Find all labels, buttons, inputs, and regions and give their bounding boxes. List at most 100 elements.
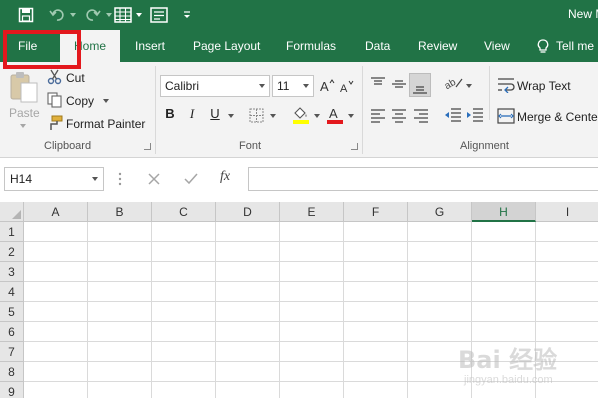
copy-icon[interactable]	[47, 92, 63, 108]
row-header-1[interactable]: 1	[0, 222, 24, 242]
column-header-a[interactable]: A	[24, 202, 88, 222]
italic-button[interactable]: I	[183, 106, 201, 126]
wrap-text-label[interactable]: Wrap Text	[517, 79, 571, 93]
svg-text:A: A	[329, 106, 338, 121]
column-header-f[interactable]: F	[344, 202, 408, 222]
increase-indent-icon[interactable]	[466, 108, 484, 122]
formula-input[interactable]	[248, 167, 598, 191]
font-group-label: Font	[239, 140, 262, 152]
clipboard-launcher-icon[interactable]	[144, 143, 151, 150]
font-color-icon[interactable]: A	[326, 105, 344, 125]
select-all-button[interactable]	[0, 202, 24, 222]
watermark-logo: Bai 经验	[458, 346, 558, 374]
file-tab-highlight	[3, 30, 81, 69]
column-header-d[interactable]: D	[216, 202, 280, 222]
column-header-c[interactable]: C	[152, 202, 216, 222]
column-header-i[interactable]: I	[536, 202, 598, 222]
tab-view[interactable]: View	[484, 30, 510, 62]
decrease-font-size-icon[interactable]: A	[339, 78, 355, 94]
merge-center-icon[interactable]	[497, 108, 515, 124]
chevron-down-icon	[259, 84, 265, 88]
tab-tell-me[interactable]: Tell me	[556, 30, 594, 62]
format-painter-label[interactable]: Format Painter	[66, 117, 145, 131]
save-icon[interactable]	[14, 3, 38, 27]
undo-dropdown-icon[interactable]	[68, 3, 78, 27]
paste-label[interactable]: Paste	[9, 106, 40, 120]
group-separator	[489, 66, 490, 120]
column-header-b[interactable]: B	[88, 202, 152, 222]
row-header-9[interactable]: 9	[0, 382, 24, 398]
group-separator	[362, 66, 363, 154]
row-header-7[interactable]: 7	[0, 342, 24, 362]
document-title: New M	[568, 7, 598, 21]
row-header-4[interactable]: 4	[0, 282, 24, 302]
decrease-indent-icon[interactable]	[444, 108, 462, 122]
row-header-2[interactable]: 2	[0, 242, 24, 262]
copy-dropdown-icon[interactable]	[103, 99, 109, 103]
more-options-icon[interactable]	[118, 172, 122, 186]
column-header-h[interactable]: H	[472, 202, 536, 222]
borders-dropdown-icon[interactable]	[270, 114, 276, 118]
cancel-icon[interactable]	[147, 172, 161, 186]
table-dropdown-icon[interactable]	[134, 3, 144, 27]
align-center-icon[interactable]	[391, 109, 407, 123]
top-align-icon[interactable]	[370, 76, 386, 92]
formula-actions: fx	[136, 167, 244, 191]
lightbulb-icon[interactable]	[537, 39, 549, 54]
orientation-icon[interactable]: ab	[444, 75, 464, 91]
font-launcher-icon[interactable]	[351, 143, 358, 150]
row-header-3[interactable]: 3	[0, 262, 24, 282]
tab-formulas[interactable]: Formulas	[286, 30, 336, 62]
underline-button[interactable]: U	[206, 106, 224, 126]
font-name-select[interactable]: Calibri	[160, 75, 270, 97]
enter-icon[interactable]	[183, 172, 199, 186]
bottom-align-icon[interactable]	[409, 73, 431, 97]
insert-function-button[interactable]: fx	[220, 169, 230, 185]
row-header-5[interactable]: 5	[0, 302, 24, 322]
form-icon[interactable]	[148, 3, 170, 27]
bold-button[interactable]: B	[161, 106, 179, 126]
customize-qat-icon[interactable]	[180, 3, 194, 27]
cut-label[interactable]: Cut	[66, 71, 85, 85]
svg-text:A: A	[340, 83, 348, 94]
tab-insert[interactable]: Insert	[135, 30, 165, 62]
svg-text:ab: ab	[444, 77, 458, 91]
group-separator	[155, 66, 156, 154]
font-name-value: Calibri	[165, 79, 200, 93]
clipboard-group-label: Clipboard	[44, 140, 92, 152]
font-size-select[interactable]: 11	[272, 75, 314, 97]
column-header-e[interactable]: E	[280, 202, 344, 222]
align-left-icon[interactable]	[370, 109, 386, 123]
tab-data[interactable]: Data	[365, 30, 390, 62]
svg-text:A: A	[320, 79, 329, 93]
underline-dropdown-icon[interactable]	[228, 114, 234, 118]
row-header-6[interactable]: 6	[0, 322, 24, 342]
fill-color-icon[interactable]	[292, 105, 310, 125]
orientation-dropdown-icon[interactable]	[466, 84, 472, 88]
paste-dropdown-icon[interactable]	[20, 124, 26, 128]
wrap-text-icon[interactable]	[497, 77, 515, 93]
align-right-icon[interactable]	[413, 109, 429, 123]
name-box[interactable]: H14	[4, 167, 104, 191]
borders-icon[interactable]	[249, 108, 264, 123]
redo-icon[interactable]	[82, 3, 104, 27]
font-color-dropdown-icon[interactable]	[348, 114, 354, 118]
undo-icon[interactable]	[46, 3, 68, 27]
table-icon[interactable]	[112, 3, 134, 27]
cut-icon[interactable]	[47, 69, 63, 85]
tab-review[interactable]: Review	[418, 30, 457, 62]
tab-page-layout[interactable]: Page Layout	[193, 30, 260, 62]
watermark-url: jingyan.baidu.com	[464, 374, 553, 386]
title-bar: New M	[0, 0, 598, 30]
increase-font-size-icon[interactable]: A	[319, 77, 335, 93]
middle-align-icon[interactable]	[391, 76, 407, 92]
paste-icon[interactable]	[8, 70, 40, 104]
column-header-g[interactable]: G	[408, 202, 472, 222]
fill-color-dropdown-icon[interactable]	[314, 114, 320, 118]
chevron-down-icon	[303, 84, 309, 88]
row-header-8[interactable]: 8	[0, 362, 24, 382]
copy-label[interactable]: Copy	[66, 94, 94, 108]
merge-center-label[interactable]: Merge & Cente	[517, 110, 598, 124]
name-box-value: H14	[10, 172, 33, 186]
format-painter-icon[interactable]	[47, 115, 63, 131]
